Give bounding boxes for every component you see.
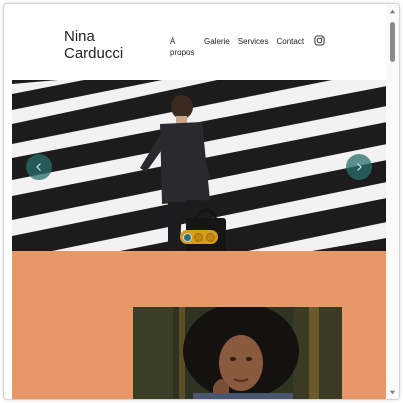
portrait-photo [133,307,342,399]
about-section [12,251,386,399]
browser-frame: Nina Carducci À propos Galerie Services … [3,3,400,400]
carousel-indicator-3[interactable] [205,232,215,242]
nav-link-services[interactable]: Services [238,36,269,47]
nav-link-apropos[interactable]: À propos [170,36,202,58]
hero-carousel [12,80,386,251]
scroll-up-icon[interactable] [389,8,396,15]
main-nav: À propos Galerie Services Contact [170,35,325,58]
nav-link-galerie[interactable]: Galerie [204,36,230,47]
site-header: Nina Carducci À propos Galerie Services … [4,4,386,80]
scroll-down-icon[interactable] [389,389,396,396]
carousel-indicators [180,230,218,244]
instagram-icon[interactable] [314,35,325,46]
carousel-indicator-2[interactable] [194,232,204,242]
chevron-left-icon [36,163,41,171]
scrollbar-thumb[interactable] [390,22,395,62]
nav-link-contact[interactable]: Contact [276,36,304,47]
carousel-prev-button[interactable] [26,154,52,180]
chevron-right-icon [357,163,362,171]
page-viewport: Nina Carducci À propos Galerie Services … [4,4,386,399]
vertical-scrollbar[interactable] [386,4,399,399]
carousel-next-button[interactable] [346,154,372,180]
carousel-slide-image [12,80,386,251]
site-logo[interactable]: Nina Carducci [64,28,144,62]
carousel-indicator-1[interactable] [183,232,193,242]
